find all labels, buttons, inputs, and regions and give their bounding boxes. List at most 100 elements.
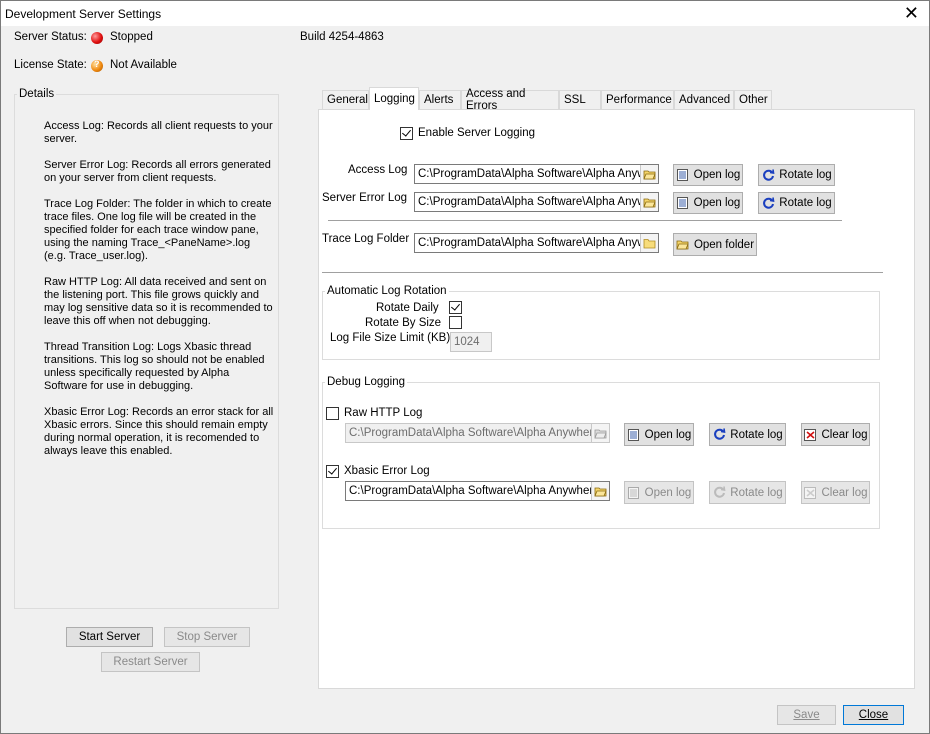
tab-performance[interactable]: Performance — [601, 90, 674, 109]
xbasic-open-log-button[interactable]: Open log — [624, 481, 694, 504]
access-log-path-field[interactable]: C:\ProgramData\Alpha Software\Alpha Anyw… — [414, 164, 659, 184]
folder-browse-icon[interactable] — [591, 424, 609, 442]
separator — [322, 272, 883, 273]
raw-http-rotate-log-button[interactable]: Rotate log — [709, 423, 786, 446]
folder-icon — [676, 238, 690, 252]
server-error-log-path-field[interactable]: C:\ProgramData\Alpha Software\Alpha Anyw… — [414, 192, 659, 212]
raw-http-log-checkbox[interactable] — [326, 407, 339, 420]
access-log-label: Access Log — [348, 164, 408, 176]
clear-log-icon — [803, 428, 817, 442]
raw-http-open-log-button[interactable]: Open log — [624, 423, 694, 446]
tab-logging[interactable]: Logging — [369, 87, 419, 110]
close-button[interactable]: Close — [843, 705, 904, 725]
folder-browse-icon[interactable] — [591, 482, 609, 500]
access-log-path-text: C:\ProgramData\Alpha Software\Alpha Anyw… — [418, 168, 652, 180]
raw-http-rotate-log-label: Rotate log — [730, 428, 783, 441]
access-open-log-label: Open log — [693, 169, 741, 181]
details-legend: Details — [19, 88, 55, 100]
license-warning-icon — [91, 59, 103, 72]
title-bar: Development Server Settings ✕ — [1, 1, 929, 26]
details-thread-transition-log: Thread Transition Log: Logs Xbasic threa… — [44, 341, 265, 392]
log-file-icon — [627, 428, 641, 442]
error-rotate-log-label: Rotate log — [779, 197, 832, 209]
raw-http-clear-log-button[interactable]: Clear log — [801, 423, 870, 446]
details-server-error-log: Server Error Log: Records all errors gen… — [44, 159, 271, 184]
xbasic-error-log-path-text: C:\ProgramData\Alpha Software\Alpha Anyw… — [349, 485, 600, 497]
details-text: Access Log: Records all client requests … — [44, 120, 274, 471]
server-error-log-path-text: C:\ProgramData\Alpha Software\Alpha Anyw… — [418, 196, 652, 208]
tab-general[interactable]: General — [322, 90, 369, 109]
raw-http-log-label: Raw HTTP Log — [344, 407, 423, 419]
rotate-by-size-label: Rotate By Size — [365, 317, 442, 329]
size-limit-label: Log File Size Limit (KB) — [330, 332, 451, 344]
xbasic-error-log-checkbox[interactable] — [326, 465, 339, 478]
tab-ssl[interactable]: SSL — [559, 90, 601, 109]
build-number: Build 4254-4863 — [300, 31, 384, 43]
close-label: Close — [858, 709, 889, 721]
raw-http-clear-log-label: Clear log — [821, 428, 868, 441]
status-stopped-icon — [91, 32, 103, 44]
clear-log-icon — [803, 486, 817, 500]
raw-http-log-path-field[interactable]: C:\ProgramData\Alpha Software\Alpha Anyw… — [345, 423, 610, 443]
log-rotation-legend: Automatic Log Rotation — [327, 285, 447, 297]
enable-logging-label: Enable Server Logging — [418, 127, 535, 139]
trace-log-folder-path-text: C:\ProgramData\Alpha Software\Alpha Anyw… — [418, 237, 652, 249]
size-limit-input[interactable]: 1024 — [450, 332, 492, 352]
save-button[interactable]: Save — [777, 705, 836, 725]
start-server-button[interactable]: Start Server — [66, 627, 153, 647]
xbasic-error-log-label: Xbasic Error Log — [344, 465, 430, 477]
folder-icon[interactable] — [640, 234, 658, 252]
error-open-log-button[interactable]: Open log — [673, 192, 743, 214]
xbasic-open-log-label: Open log — [644, 486, 692, 499]
tab-other[interactable]: Other — [734, 90, 772, 109]
separator — [328, 220, 842, 221]
access-open-log-button[interactable]: Open log — [673, 164, 743, 186]
raw-http-log-path-text: C:\ProgramData\Alpha Software\Alpha Anyw… — [349, 427, 600, 439]
open-folder-button[interactable]: Open folder — [673, 233, 757, 256]
window-title: Development Server Settings — [5, 7, 162, 21]
restart-server-button[interactable]: Restart Server — [101, 652, 200, 672]
raw-http-open-log-label: Open log — [644, 428, 692, 441]
log-file-icon — [676, 196, 690, 210]
rotate-icon — [712, 486, 726, 500]
license-state-label: License State: — [14, 59, 87, 71]
rotate-icon — [761, 168, 775, 182]
tab-alerts[interactable]: Alerts — [419, 90, 461, 109]
tab-advanced[interactable]: Advanced — [674, 90, 734, 109]
server-error-log-label: Server Error Log — [322, 192, 408, 204]
log-file-icon — [627, 486, 641, 500]
debug-logging-group: Debug Logging — [322, 376, 880, 529]
stop-server-button[interactable]: Stop Server — [164, 627, 250, 647]
trace-log-folder-label: Trace Log Folder — [322, 233, 410, 245]
xbasic-clear-log-label: Clear log — [821, 486, 868, 499]
server-status-value: Stopped — [110, 31, 153, 43]
enable-logging-checkbox[interactable] — [400, 127, 413, 140]
error-rotate-log-button[interactable]: Rotate log — [758, 192, 835, 214]
access-rotate-log-label: Rotate log — [779, 169, 832, 181]
license-state-value: Not Available — [110, 59, 177, 71]
debug-logging-legend: Debug Logging — [327, 376, 406, 388]
server-status-label: Server Status: — [14, 31, 87, 43]
trace-log-folder-path-field[interactable]: C:\ProgramData\Alpha Software\Alpha Anyw… — [414, 233, 659, 253]
details-trace-log-folder: Trace Log Folder: The folder in which to… — [44, 198, 272, 262]
details-raw-http-log: Raw HTTP Log: All data received and sent… — [44, 276, 273, 327]
rotate-icon — [712, 428, 726, 442]
xbasic-rotate-log-button[interactable]: Rotate log — [709, 481, 786, 504]
rotate-by-size-checkbox[interactable] — [449, 316, 462, 329]
folder-browse-icon[interactable] — [640, 193, 658, 211]
save-label: Save — [793, 709, 820, 721]
details-access-log: Access Log: Records all client requests … — [44, 120, 273, 145]
rotate-daily-label: Rotate Daily — [376, 302, 439, 314]
rotate-icon — [761, 196, 775, 210]
rotate-daily-checkbox[interactable] — [449, 301, 462, 314]
tab-access-and-errors[interactable]: Access and Errors — [461, 88, 559, 112]
xbasic-clear-log-button[interactable]: Clear log — [801, 481, 870, 504]
close-window-icon[interactable]: ✕ — [904, 4, 919, 22]
details-xbasic-error-log: Xbasic Error Log: Records an error stack… — [44, 406, 274, 457]
access-rotate-log-button[interactable]: Rotate log — [758, 164, 835, 186]
xbasic-rotate-log-label: Rotate log — [730, 486, 783, 499]
log-file-icon — [676, 168, 690, 182]
folder-browse-icon[interactable] — [640, 165, 658, 183]
open-folder-label: Open folder — [693, 238, 755, 251]
xbasic-error-log-path-field[interactable]: C:\ProgramData\Alpha Software\Alpha Anyw… — [345, 481, 610, 501]
